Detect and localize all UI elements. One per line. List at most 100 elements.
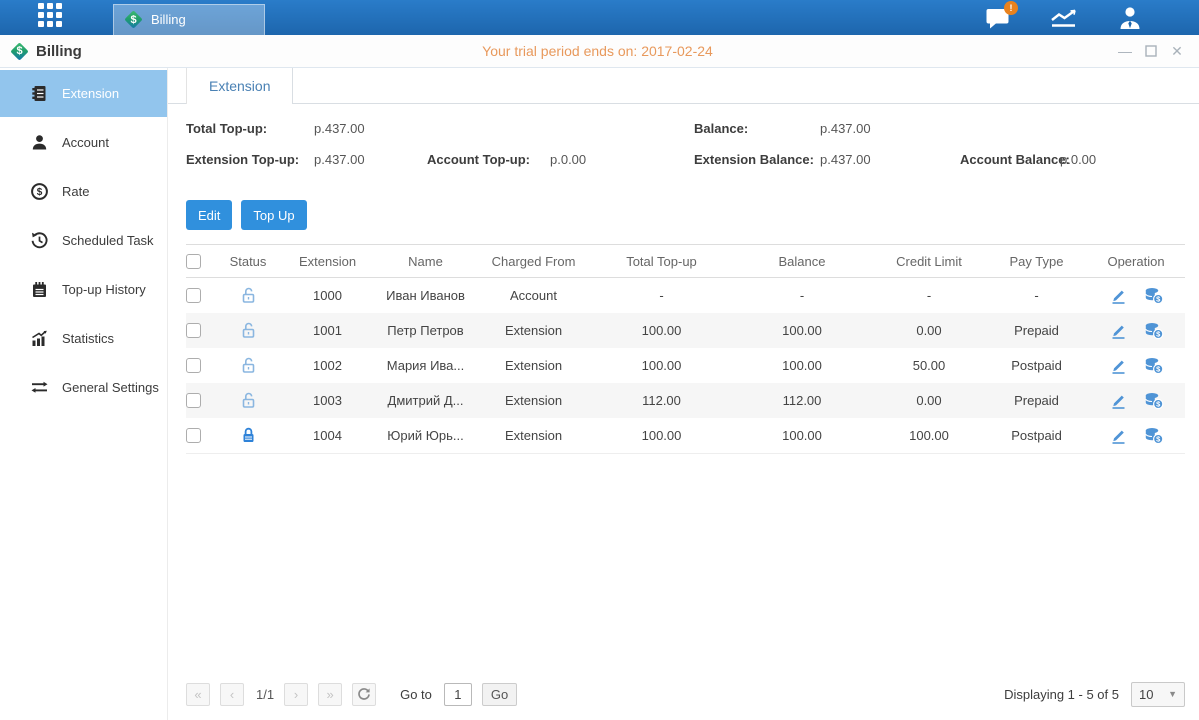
total-topup-cell: - — [591, 288, 732, 303]
charged-from-cell: Extension — [476, 358, 591, 373]
balance-label: Balance: — [694, 121, 748, 136]
balance-value: p.437.00 — [820, 121, 871, 136]
extension-balance-value: p.437.00 — [820, 152, 871, 167]
sidebar-item-rate[interactable]: $ Rate — [0, 168, 167, 215]
sidebar-item-general-settings[interactable]: General Settings — [0, 364, 167, 411]
account-balance-value: p.0.00 — [1060, 152, 1096, 167]
tab-extension[interactable]: Extension — [186, 68, 293, 104]
sidebar-item-extension[interactable]: Extension — [0, 70, 167, 117]
name-cell: Иван Иванов — [375, 288, 476, 303]
balance-cell: 100.00 — [732, 428, 872, 443]
unlocked-icon[interactable] — [239, 391, 258, 410]
row-checkbox[interactable] — [186, 393, 201, 408]
sidebar-item-scheduled-task[interactable]: Scheduled Task — [0, 217, 167, 264]
edit-pencil-icon[interactable] — [1109, 356, 1128, 375]
pay-type-cell: - — [986, 288, 1087, 303]
app-tab-billing[interactable]: $ Billing — [113, 4, 265, 35]
row-checkbox[interactable] — [186, 288, 201, 303]
close-icon[interactable]: ✕ — [1169, 43, 1185, 59]
sidebar-item-label: Statistics — [62, 331, 114, 346]
go-button[interactable]: Go — [482, 683, 517, 706]
minimize-icon[interactable]: — — [1117, 43, 1133, 59]
goto-label: Go to — [400, 687, 432, 702]
total-topup-cell: 100.00 — [591, 428, 732, 443]
top-bar: $ Billing ! — [0, 0, 1199, 35]
sidebar-item-account[interactable]: Account — [0, 119, 167, 166]
resource-monitor-icon[interactable] — [1050, 5, 1078, 31]
sidebar-item-topup-history[interactable]: Top-up History — [0, 266, 167, 313]
extension-cell: 1004 — [280, 428, 375, 443]
window-title-bar: $ Billing Your trial period ends on: 201… — [0, 35, 1199, 68]
topup-coins-icon[interactable]: $ — [1144, 391, 1164, 410]
locked-icon[interactable] — [239, 426, 258, 445]
goto-page-input[interactable] — [444, 683, 472, 706]
extension-cell: 1002 — [280, 358, 375, 373]
dollar-circle-icon: $ — [30, 182, 49, 201]
window-title-text: Billing — [36, 43, 82, 60]
first-page-button[interactable]: « — [186, 683, 210, 706]
topup-coins-icon[interactable]: $ — [1144, 286, 1164, 305]
sidebar-item-label: Top-up History — [62, 282, 146, 297]
select-all-checkbox[interactable] — [186, 254, 201, 269]
credit-limit-cell: 100.00 — [872, 428, 986, 443]
edit-pencil-icon[interactable] — [1109, 391, 1128, 410]
extension-cell: 1000 — [280, 288, 375, 303]
last-page-button[interactable]: » — [318, 683, 342, 706]
edit-pencil-icon[interactable] — [1109, 426, 1128, 445]
balance-cell: 112.00 — [732, 393, 872, 408]
topup-coins-icon[interactable]: $ — [1144, 321, 1164, 340]
charged-from-cell: Extension — [476, 323, 591, 338]
topbar-actions: ! — [984, 5, 1144, 31]
sidebar-item-label: Extension — [62, 86, 119, 101]
col-extension: Extension — [280, 254, 375, 269]
charged-from-cell: Account — [476, 288, 591, 303]
unlocked-icon[interactable] — [239, 356, 258, 375]
sidebar-item-label: General Settings — [62, 380, 159, 395]
col-pay-type: Pay Type — [986, 254, 1087, 269]
total-topup-label: Total Top-up: — [186, 121, 267, 136]
unlocked-icon[interactable] — [239, 286, 258, 305]
table-row: 1003 Дмитрий Д... Extension 112.00 112.0… — [186, 383, 1185, 418]
messages-icon[interactable]: ! — [984, 5, 1012, 31]
notepad-icon — [30, 280, 49, 299]
apps-grid-icon[interactable] — [38, 3, 68, 33]
account-topup-value: p.0.00 — [550, 152, 586, 167]
next-page-button[interactable]: › — [284, 683, 308, 706]
sidebar-item-statistics[interactable]: Statistics — [0, 315, 167, 362]
topup-coins-icon[interactable]: $ — [1144, 356, 1164, 375]
balance-cell: 100.00 — [732, 358, 872, 373]
unlocked-icon[interactable] — [239, 321, 258, 340]
row-checkbox[interactable] — [186, 428, 201, 443]
charged-from-cell: Extension — [476, 393, 591, 408]
displaying-text: Displaying 1 - 5 of 5 — [1004, 687, 1119, 702]
notification-badge: ! — [1004, 1, 1018, 15]
pay-type-cell: Postpaid — [986, 428, 1087, 443]
page-size-select[interactable]: 10 ▼ — [1131, 682, 1185, 707]
table-row: 1000 Иван Иванов Account - - - - — [186, 278, 1185, 313]
row-checkbox[interactable] — [186, 358, 201, 373]
main-content: Extension Total Top-up: p.437.00 Balance… — [168, 68, 1199, 720]
col-charged-from: Charged From — [476, 254, 591, 269]
edit-pencil-icon[interactable] — [1109, 321, 1128, 340]
person-icon — [30, 133, 49, 152]
maximize-icon[interactable] — [1143, 43, 1159, 59]
refresh-icon — [357, 687, 371, 701]
edit-pencil-icon[interactable] — [1109, 286, 1128, 305]
total-topup-cell: 112.00 — [591, 393, 732, 408]
billing-diamond-icon: $ — [10, 42, 29, 61]
table-row: 1004 Юрий Юрь... Extension 100.00 100.00… — [186, 418, 1185, 453]
sidebar-item-label: Scheduled Task — [62, 233, 154, 248]
prev-page-button[interactable]: ‹ — [220, 683, 244, 706]
topup-coins-icon[interactable]: $ — [1144, 426, 1164, 445]
chevron-down-icon: ▼ — [1168, 689, 1177, 699]
row-checkbox[interactable] — [186, 323, 201, 338]
col-balance: Balance — [732, 254, 872, 269]
edit-button[interactable]: Edit — [186, 200, 232, 230]
user-account-icon[interactable] — [1116, 5, 1144, 31]
window-controls: — ✕ — [1035, 43, 1185, 59]
line-chart-icon — [1050, 7, 1078, 29]
table-row: 1002 Мария Ива... Extension 100.00 100.0… — [186, 348, 1185, 383]
refresh-button[interactable] — [352, 683, 376, 706]
name-cell: Дмитрий Д... — [375, 393, 476, 408]
top-up-button[interactable]: Top Up — [241, 200, 306, 230]
